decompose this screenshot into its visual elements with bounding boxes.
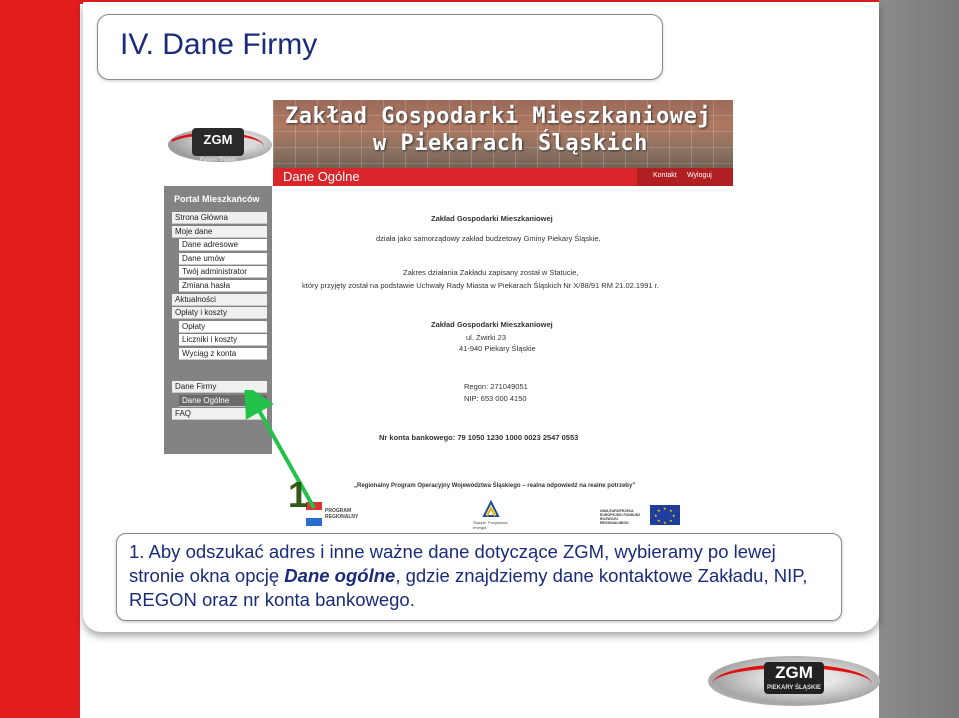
sidebar-header: Portal Mieszkańców [174, 194, 260, 204]
sidebar-item-twój-administrator[interactable]: Twój administrator [179, 266, 267, 279]
step-number: 1 [288, 474, 309, 515]
scope-line2: który przyjęty został na podstawie Uchwa… [302, 281, 659, 290]
sidebar-item-dane-adresowe[interactable]: Dane adresowe [179, 239, 267, 252]
zgm-bottom-logo: ZGM PIEKARY ŚLĄSKIE [708, 650, 880, 712]
footer-logo-eu: UNIA EUROPEJSKA EUROPEJSKI FUNDUSZ ROZWO… [600, 509, 641, 525]
content-panel: Zakład Gospodarki Mieszkaniowej działa j… [276, 186, 734, 526]
slide-frame-right [879, 0, 959, 718]
sidebar-item-liczniki-i-koszty[interactable]: Liczniki i koszty [179, 334, 267, 347]
footer-logo-slaskie: Śląskie. Pozytywna energia [473, 520, 508, 530]
program-slogan: „Regionalny Program Operacyjny Województ… [354, 483, 636, 489]
slide-title: IV. Dane Firmy [120, 28, 318, 61]
company-name: Zakład Gospodarki Mieszkaniowej [431, 214, 553, 223]
sidebar-item-opłaty[interactable]: Opłaty [179, 320, 267, 333]
footer-logo-program: PROGRAM REGIONALNY [325, 508, 359, 520]
nip-value: NIP: 653 000 4150 [464, 394, 527, 403]
slaskie-logo-icon [480, 499, 502, 520]
link-wyloguj[interactable]: Wyloguj [687, 172, 712, 179]
title-box: IV. Dane Firmy [97, 14, 663, 80]
top-links: Kontakt Wyloguj [637, 168, 733, 186]
sidebar-item-opłaty-i-koszty[interactable]: Opłaty i koszty [172, 307, 267, 320]
description-text: 1. Aby odszukać adres i inne ważne dane … [129, 540, 829, 612]
zgm-logo[interactable]: ZGM Piekary Śląskie [166, 122, 272, 166]
company-intro: działa jako samorządowy zakład budżetowy… [376, 234, 601, 243]
sidebar-item-strona-główna[interactable]: Strona Główna [172, 212, 267, 224]
regon-value: Regon: 271049051 [464, 382, 528, 391]
address-street: ul. Żwirki 23 [466, 333, 507, 342]
sidebar-item-dane-umów[interactable]: Dane umów [179, 252, 267, 265]
sidebar-item-wyciąg-z-konta[interactable]: Wyciąg z konta [179, 348, 267, 360]
sidebar-item-aktualności[interactable]: Aktualności [172, 293, 267, 306]
bank-account: Nr konta bankowego: 79 1050 1230 1000 00… [379, 433, 579, 442]
section-bar: Dane Ogólne Kontakt Wyloguj [273, 168, 733, 186]
slide-frame-left [0, 0, 80, 718]
logo-subtext: Piekary Śląskie [199, 157, 237, 163]
scope-line1: Zakres działania Zakładu zapisany został… [403, 268, 579, 277]
green-arrow-icon [244, 390, 316, 509]
link-kontakt[interactable]: Kontakt [653, 172, 677, 179]
bottom-logo-badge: ZGM PIEKARY ŚLĄSKIE [764, 662, 824, 694]
logo-text: ZGM [203, 132, 233, 147]
eu-flag-icon: ★ ★ ★ ★ ★ ★ ★ ★ [650, 505, 680, 525]
address-name: Zakład Gospodarki Mieszkaniowej [431, 320, 553, 329]
section-title: Dane Ogólne [283, 169, 360, 184]
logo-badge: ZGM Piekary Śląskie [192, 128, 244, 163]
description-box: 1. Aby odszukać adres i inne ważne dane … [116, 533, 842, 621]
sidebar-item-moje-dane[interactable]: Moje dane [172, 225, 267, 238]
sidebar-item-zmiana-hasła[interactable]: Zmiana hasła [179, 280, 267, 292]
header-banner: Zakład Gospodarki Mieszkaniowej w Piekar… [273, 100, 733, 186]
bottom-logo-text: ZGM [775, 663, 813, 682]
banner-title-line1: Zakład Gospodarki Mieszkaniowej [285, 104, 712, 129]
bottom-logo-subtext: PIEKARY ŚLĄSKIE [766, 685, 821, 691]
address-city: 41-940 Piekary Śląskie [459, 344, 536, 353]
banner-title-line2: w Piekarach Śląskich [373, 131, 648, 156]
description-emphasis: Dane ogólne [284, 565, 396, 586]
